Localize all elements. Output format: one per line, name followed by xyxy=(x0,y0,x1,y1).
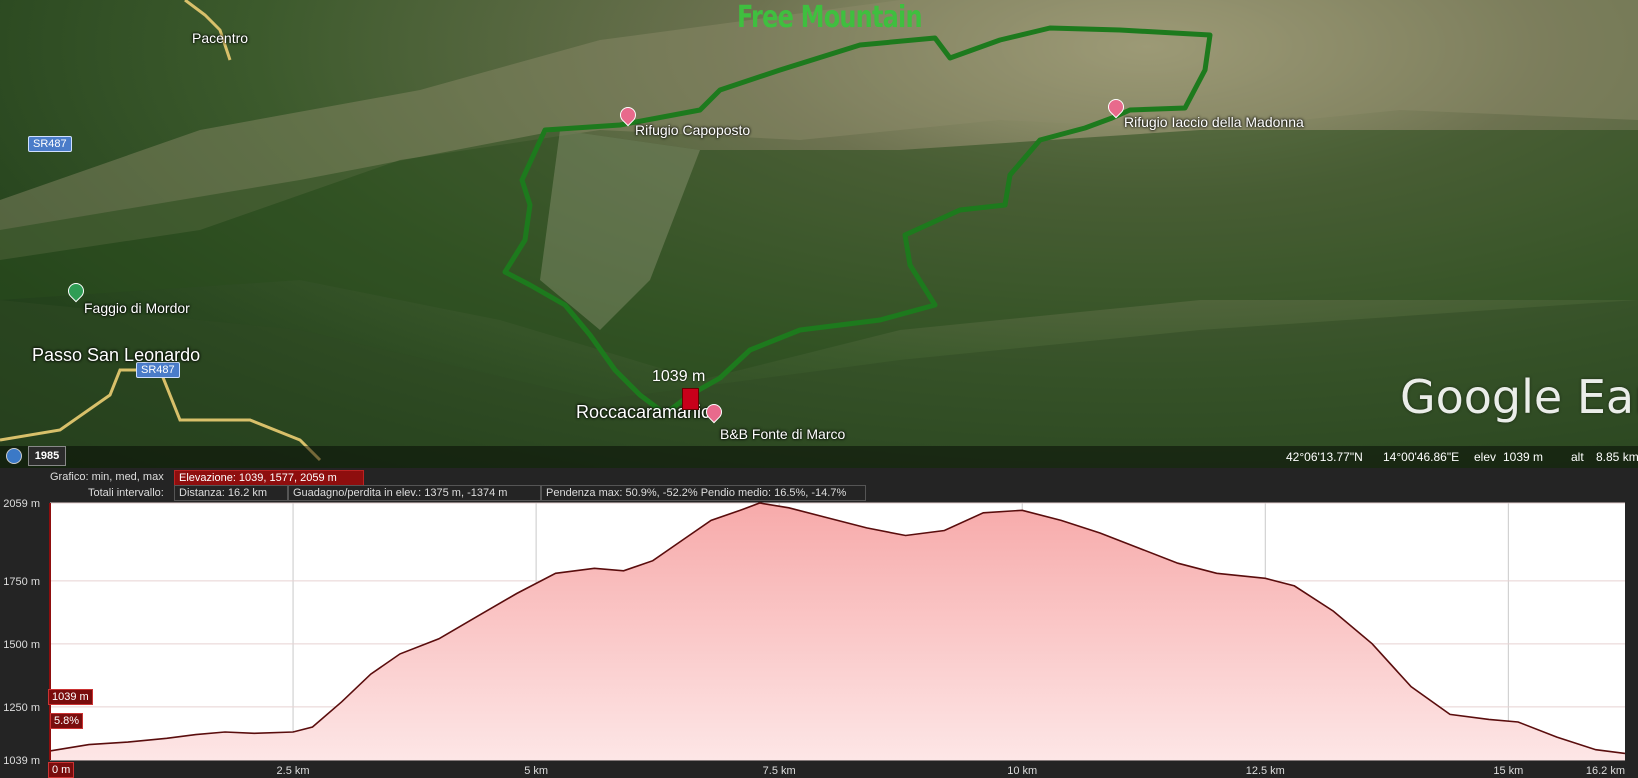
imagery-year: 1985 xyxy=(28,446,66,466)
elevation-chart[interactable]: 2059 m 1750 m 1500 m 1250 m 1039 m 2.5 km 5 km… xyxy=(0,468,1638,778)
y-tick-label: 1750 m xyxy=(3,576,40,588)
elev-label: elev xyxy=(1474,450,1497,464)
place-faggio[interactable]: Faggio di Mordor xyxy=(84,300,190,316)
longitude: 14°00'46.86"E xyxy=(1383,450,1460,464)
alt-label: alt xyxy=(1571,450,1584,464)
status-bar: 42°06'13.77"N 14°00'46.86"E elev 1039 m … xyxy=(0,446,1638,468)
map-view[interactable]: Free Mountain Pacentro SR487 SR487 Rifug… xyxy=(0,0,1638,468)
y-tick-label: 1039 m xyxy=(3,755,40,767)
x-tick-label: 10 km xyxy=(1007,765,1037,777)
terrain-and-track xyxy=(0,0,1638,468)
x-tick-label: 15 km xyxy=(1493,765,1523,777)
altitude-value: 8.85 km xyxy=(1596,450,1638,464)
latitude: 42°06'13.77"N xyxy=(1286,450,1363,464)
x-tick-label: 5 km xyxy=(524,765,548,777)
place-passo-san-leonardo[interactable]: Passo San Leonardo xyxy=(32,345,200,366)
elevation-profile-panel[interactable]: Grafico: min, med, max Elevazione: 1039,… xyxy=(0,468,1638,778)
cursor-distance-tag: 0 m xyxy=(48,762,75,778)
x-tick-label: 16.2 km xyxy=(1586,765,1625,777)
elevation-value: 1039 m xyxy=(1503,450,1544,464)
y-tick-label: 1500 m xyxy=(3,639,40,651)
google-earth-logo: Google Earth xyxy=(1400,370,1638,424)
x-tick-label: 12.5 km xyxy=(1246,765,1285,777)
historical-imagery-icon[interactable] xyxy=(6,448,22,464)
x-tick-label: 7.5 km xyxy=(763,765,796,777)
cursor-slope-tag: 5.8% xyxy=(50,713,84,729)
road-shield-sr487: SR487 xyxy=(28,136,72,152)
place-pacentro[interactable]: Pacentro xyxy=(192,30,248,46)
place-rifugio-iaccio[interactable]: Rifugio Iaccio della Madonna xyxy=(1124,114,1304,130)
x-tick-label: 2.5 km xyxy=(277,765,310,777)
watermark-text: Free Mountain xyxy=(737,0,923,35)
place-rifugio-capoposto[interactable]: Rifugio Capoposto xyxy=(635,122,750,138)
cursor-elevation-label: 1039 m xyxy=(652,368,706,385)
cursor-elevation-tag: 1039 m xyxy=(48,689,93,705)
y-tick-label: 1250 m xyxy=(3,702,40,714)
place-bnb[interactable]: B&B Fonte di Marco xyxy=(720,426,845,442)
y-tick-label: 2059 m xyxy=(3,498,40,510)
cursor-position-marker[interactable] xyxy=(682,388,699,410)
